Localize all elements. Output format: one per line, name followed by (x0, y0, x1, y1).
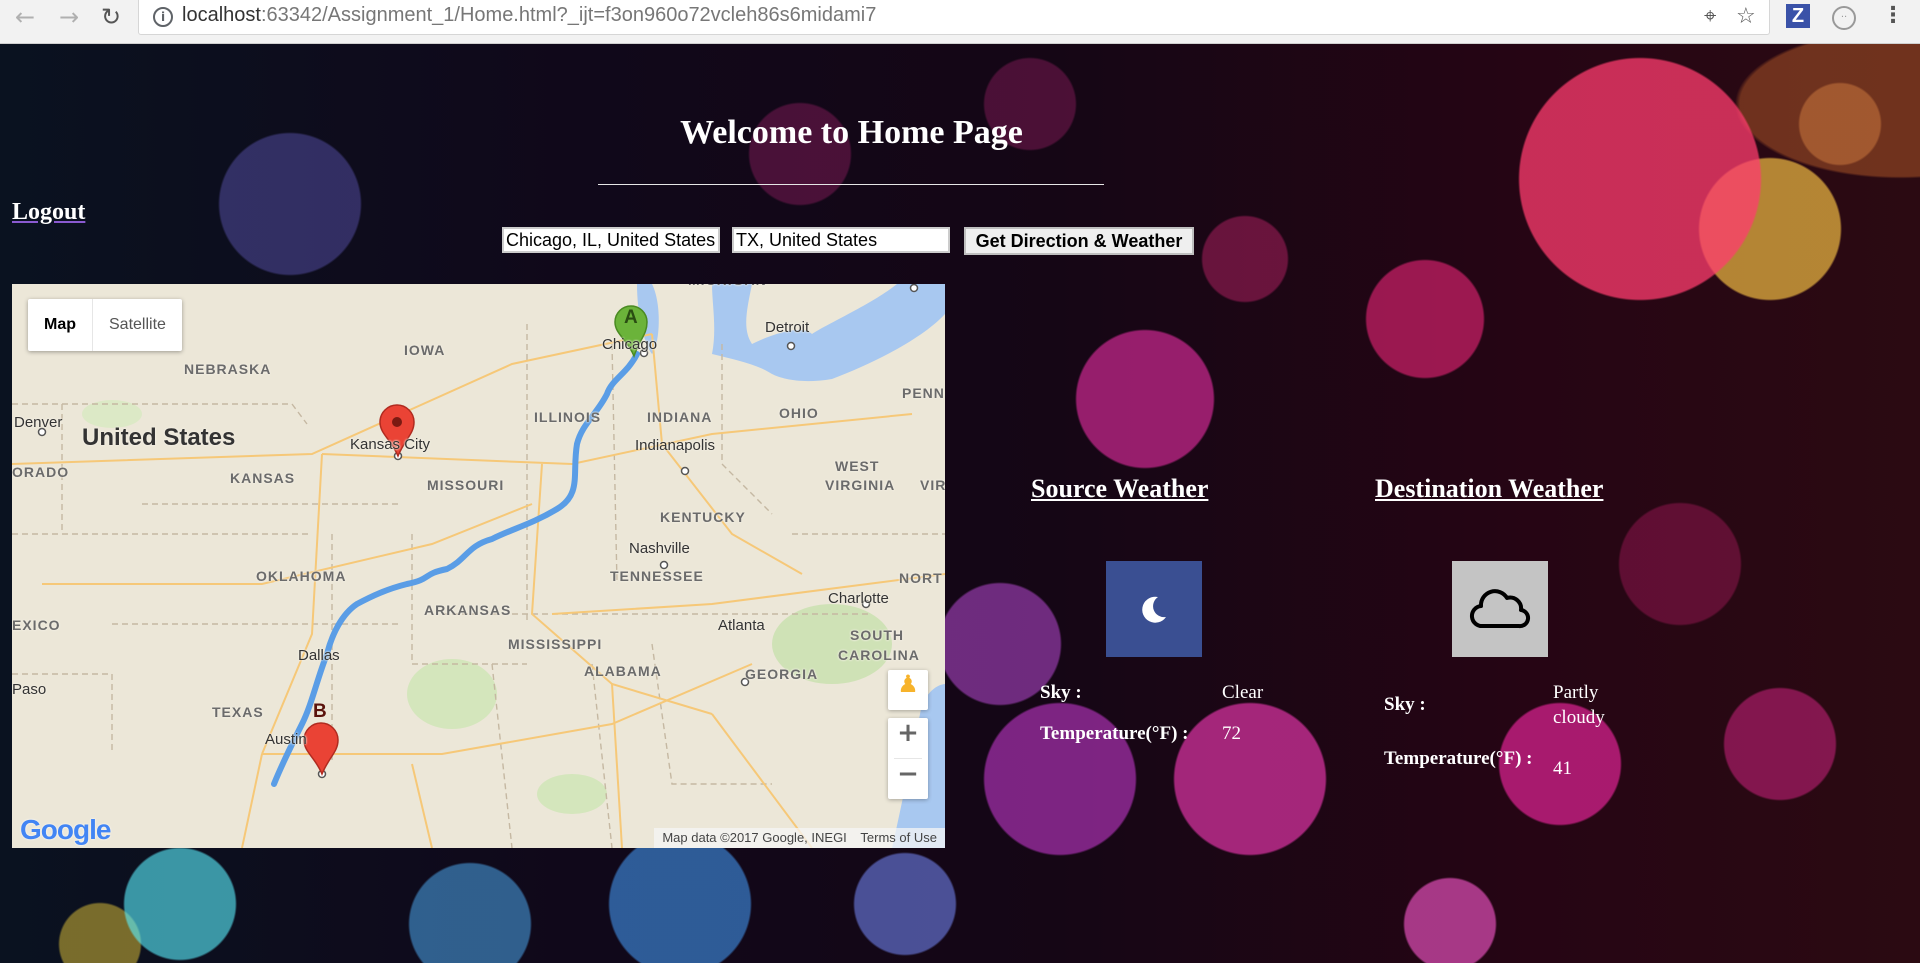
terms-of-use-link[interactable]: Terms of Use (860, 830, 937, 845)
reload-icon[interactable]: ↻ (96, 2, 126, 32)
map-label-nebraska: NEBRASKA (184, 361, 272, 377)
marker-b-pin (303, 722, 339, 776)
source-weather-heading: Source Weather (1031, 474, 1209, 503)
back-arrow-icon[interactable]: ← (10, 2, 40, 32)
zoom-in-button[interactable]: + (888, 718, 928, 758)
map-label-exico: EXICO (12, 617, 61, 633)
url-host: localhost (182, 4, 261, 26)
destination-input[interactable] (732, 227, 950, 253)
destination-temp-value: 41 (1553, 758, 1572, 779)
street-view-pegman-icon[interactable]: ♟ (888, 670, 928, 710)
address-bar[interactable]: i localhost:63342/Assignment_1/Home.html… (138, 0, 1770, 35)
map-label-austin: Austin (265, 731, 307, 748)
map-label-nort: NORT (899, 570, 943, 586)
map-label-texas: TEXAS (212, 704, 264, 720)
map-label-kentucky: KENTUCKY (660, 509, 746, 525)
map-label-dallas: Dallas (298, 647, 340, 664)
get-direction-weather-button[interactable]: Get Direction & Weather (964, 227, 1194, 255)
map-attribution: Map data ©2017 Google, INEGI Terms of Us… (654, 828, 945, 848)
location-target-icon[interactable]: ⌖ (1704, 4, 1716, 29)
source-sky-label: Sky : (1040, 682, 1082, 703)
map-label-illinois: ILLINOIS (534, 409, 602, 425)
browser-toolbar: ← → ↻ i localhost:63342/Assignment_1/Hom… (0, 0, 1920, 44)
forward-arrow-icon[interactable]: → (54, 2, 84, 32)
moon-icon (1106, 561, 1202, 657)
map-type-map-button[interactable]: Map (28, 299, 92, 351)
map-label-indianapolis: Indianapolis (635, 437, 716, 454)
map-label-chicago: Chicago (602, 336, 658, 353)
marker-a-label: A (624, 307, 638, 328)
map-label-alabama: ALABAMA (584, 663, 662, 679)
map-label-charlotte: Charlotte (828, 590, 889, 607)
destination-sky-value: Partly cloudy (1553, 682, 1605, 728)
map-label-atlanta: Atlanta (718, 617, 765, 634)
extension-ring-icon[interactable]: ·· (1832, 6, 1856, 30)
map-label-virgi: VIRGI (920, 477, 945, 493)
map-label-michigan: MICHIGAN (688, 284, 767, 288)
marker-b-label: B (313, 701, 327, 722)
map-label-georgia: GEORGIA (745, 666, 819, 682)
cloud-icon (1452, 561, 1548, 657)
map-label-penn: PENN (902, 385, 945, 401)
source-sky-value: Clear (1222, 682, 1264, 703)
page-body: Welcome to Home Page Logout Get Directio… (0, 44, 1920, 963)
map-label-iowa: IOWA (404, 342, 446, 358)
route-map[interactable]: IOWA NEBRASKA United States Denver ORADO KANS… (12, 284, 945, 848)
map-label-kansas: KANSAS (230, 470, 296, 486)
map-label-virginia: VIRGINIA (825, 477, 896, 493)
destination-temp-label: Temperature(°F) : (1384, 748, 1533, 769)
map-label-west: WEST (835, 458, 880, 474)
destination-sky-label: Sky : (1384, 694, 1426, 715)
url-path: :63342/Assignment_1/Home.html?_ijt=f3on9… (260, 4, 877, 26)
map-label-ohio: OHIO (779, 405, 819, 421)
map-label-paso: Paso (12, 681, 47, 698)
lake-huron-erie (712, 284, 945, 382)
browser-menu-icon[interactable]: ⋮ (1882, 2, 1904, 32)
map-label-united-states: United States (82, 424, 236, 451)
map-label-tennessee: TENNESSEE (610, 568, 704, 584)
map-label-arkansas: ARKANSAS (424, 602, 512, 618)
page-title: Welcome to Home Page (680, 114, 1023, 151)
google-logo: Google (20, 814, 111, 845)
zoom-out-button[interactable]: − (888, 759, 928, 799)
map-canvas[interactable] (12, 284, 945, 848)
logout-link[interactable]: Logout (12, 199, 85, 226)
map-label-denver: Denver (14, 414, 63, 431)
source-input[interactable] (502, 227, 720, 253)
map-label-missouri: MISSOURI (427, 477, 505, 493)
map-label-mississippi: MISSISSIPPI (508, 636, 603, 652)
map-label-south: SOUTH (850, 627, 904, 643)
title-divider (598, 184, 1104, 185)
map-label-oklahoma: OKLAHOMA (256, 568, 347, 584)
bookmark-star-icon[interactable]: ☆ (1736, 4, 1756, 29)
zoom-control[interactable]: + − (888, 718, 928, 799)
map-label-nashville: Nashville (629, 540, 690, 557)
source-temp-value: 72 (1222, 723, 1241, 744)
map-label-carolina: CAROLINA (838, 647, 920, 663)
source-temp-label: Temperature(°F) : (1040, 723, 1189, 744)
map-label-detroit: Detroit (765, 319, 810, 336)
map-data-credit: Map data ©2017 Google, INEGI (662, 830, 847, 845)
map-label-indiana: INDIANA (647, 409, 713, 425)
map-type-satellite-button[interactable]: Satellite (92, 299, 182, 351)
destination-weather-heading: Destination Weather (1375, 474, 1604, 503)
map-type-control[interactable]: Map Satellite (28, 299, 182, 351)
info-icon[interactable]: i (153, 7, 173, 27)
map-label-kansas-city: Kansas City (350, 436, 431, 453)
url-text[interactable]: localhost:63342/Assignment_1/Home.html?_… (182, 4, 876, 27)
map-label-orado: ORADO (12, 464, 70, 480)
extension-z-icon[interactable]: Z (1786, 4, 1810, 28)
